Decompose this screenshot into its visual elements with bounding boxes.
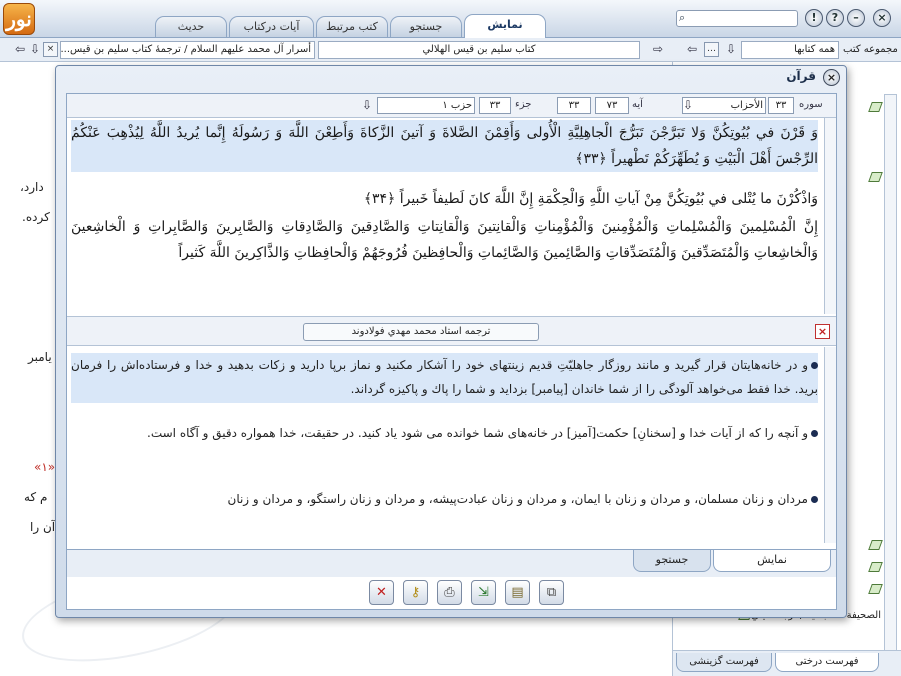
bg-text-fragment: «۱» [34, 460, 56, 474]
aya-field[interactable]: ۷۳ [595, 97, 629, 114]
close-translation-icon[interactable]: × [815, 324, 830, 339]
dialog-body: سوره ۳۳ الأحزاب ⇩ آیه ۷۳ ۳۳ جزء ۳۳ حزب ۱… [66, 93, 837, 610]
sura-number-field[interactable]: ۳۳ [768, 97, 794, 114]
bg-text-fragment: آن را [30, 520, 56, 534]
dialog-tab-display[interactable]: نمایش [713, 550, 831, 572]
document-icon[interactable]: ▤ [505, 580, 530, 605]
dialog-toolbar: ✕ ⚷ ⎙ ⇲ ▤ ⧉ [67, 577, 836, 609]
key-icon[interactable]: ⚷ [403, 580, 428, 605]
book-icon [868, 172, 883, 182]
book-icon [868, 540, 883, 550]
verses-scrollbar[interactable] [824, 118, 836, 314]
arrow-left-icon[interactable]: ⇦ [12, 41, 28, 58]
book-icon [868, 562, 883, 572]
translation-paragraph[interactable]: و آنچه را كه از آيات خدا و [سخنانِ] حكمت… [71, 421, 818, 471]
verse-34[interactable]: وَاذْكُرْنَ ما يُتْلى‏ في‏ بُيُوتِكُنَّ … [71, 186, 818, 212]
search-icon: ⌕ [679, 11, 686, 24]
translation-pane: و در خانه‌هايتان قرار گيريد و مانند روزگ… [67, 347, 824, 543]
book-icon [868, 584, 883, 594]
dialog-close-icon[interactable]: × [823, 69, 840, 86]
address-row: ⇦ ⇩ × أسرار آل محمد عليهم السلام / ترجمه… [0, 38, 901, 83]
tree-item[interactable] [867, 562, 883, 573]
path-field[interactable]: أسرار آل محمد عليهم السلام / ترجمهٔ كتاب… [60, 41, 315, 59]
translator-bar: ترجمه استاد محمد مهدي فولادوند × [67, 316, 836, 346]
translation-paragraph[interactable]: مردان و زنان مسلمان، و مردان و زنان با ا… [71, 487, 818, 513]
more-button[interactable]: … [704, 42, 719, 57]
search-input[interactable]: ⌕ [676, 10, 798, 27]
juz-label: جزء [515, 99, 532, 110]
tab-verses-in-book[interactable]: آیات درکتاب [229, 16, 314, 37]
tree-item[interactable] [867, 102, 883, 113]
bg-text-fragment: م که [24, 490, 48, 504]
back-icon[interactable]: ⇦ [684, 41, 700, 58]
dropdown-icon[interactable]: ⇩ [723, 41, 739, 58]
verse-33[interactable]: وَ قَرْنَ في‏ بُيُوتِكُنَّ وَلا تَبَرَّج… [71, 120, 818, 172]
bullet-icon [811, 430, 818, 437]
dialog-tab-search[interactable]: جستجو [633, 550, 711, 572]
clear-path-button[interactable]: × [43, 42, 58, 57]
question-icon[interactable]: ? [826, 9, 844, 27]
cancel-icon[interactable]: ✕ [369, 580, 394, 605]
aya-label: آیه [632, 99, 643, 110]
translator-select[interactable]: ترجمه استاد محمد مهدي فولادوند [303, 323, 539, 341]
help-icon[interactable]: ! [805, 9, 823, 27]
collection-label: مجموعه کتب [843, 44, 898, 55]
translation-scrollbar[interactable] [824, 347, 836, 543]
arrow-right-icon[interactable]: ⇨ [650, 41, 666, 58]
right-panel-tabs: فهرست گزینشی فهرست درختی [673, 650, 901, 676]
minimize-icon[interactable]: – [847, 9, 865, 27]
bg-text-fragment: دارد، [20, 180, 44, 194]
bullet-icon [811, 496, 818, 503]
verses-pane: وَ قَرْنَ في‏ بُيُوتِكُنَّ وَلا تَبَرَّج… [67, 118, 824, 314]
tree-item[interactable] [867, 540, 883, 551]
tab-tree-index[interactable]: فهرست درختی [775, 653, 879, 672]
dialog-title: قرآن [786, 69, 816, 83]
bg-text-fragment: یامبر [28, 350, 52, 364]
juz-field[interactable]: ۳۳ [479, 97, 511, 114]
app-logo: نور [3, 3, 35, 35]
tab-display[interactable]: نمایش [464, 14, 546, 38]
sura-dropdown-icon[interactable]: ⇩ [680, 97, 696, 114]
book-field[interactable]: کتاب سليم بن قيس الهلالي [318, 41, 640, 59]
copy-icon[interactable]: ⧉ [539, 580, 564, 605]
tab-related-books[interactable]: کتب مرتبط [316, 16, 388, 37]
collection-select[interactable]: همه کتابها [741, 41, 839, 59]
print-icon[interactable]: ⎙ [437, 580, 462, 605]
sura-label: سوره [799, 99, 823, 110]
translation-paragraph[interactable]: و در خانه‌هايتان قرار گيريد و مانند روزگ… [71, 353, 818, 403]
quran-nav-bar: سوره ۳۳ الأحزاب ⇩ آیه ۷۳ ۳۳ جزء ۳۳ حزب ۱… [67, 94, 836, 118]
verse-35[interactable]: إِنَّ الْمُسْلِمينَ وَالْمُسْلِماتِ وَال… [71, 214, 818, 274]
quran-dialog: × قرآن سوره ۳۳ الأحزاب ⇩ آیه ۷۳ ۳۳ جزء ۳… [55, 65, 847, 618]
book-icon [868, 102, 883, 112]
arrow-down-icon[interactable]: ⇩ [27, 41, 43, 58]
right-panel-scrollbar[interactable] [884, 94, 897, 674]
tree-item[interactable] [867, 172, 883, 183]
tree-item[interactable] [867, 584, 883, 595]
close-icon[interactable]: × [873, 9, 891, 27]
export-icon[interactable]: ⇲ [471, 580, 496, 605]
hizb-select[interactable]: حزب ۱ [377, 97, 475, 114]
bg-text-fragment: کرده. [22, 210, 50, 224]
tab-hadith[interactable]: حدیث [155, 16, 227, 37]
aya-total-field[interactable]: ۳۳ [557, 97, 591, 114]
bullet-icon [811, 362, 818, 369]
dialog-bottom-tabs: جستجو نمایش [67, 549, 836, 577]
hizb-dropdown-icon[interactable]: ⇩ [359, 97, 375, 114]
top-bar: نور حدیث آیات درکتاب کتب مرتبط جستجو نما… [0, 0, 901, 38]
tab-selective-index[interactable]: فهرست گزینشی [676, 653, 772, 672]
tab-search[interactable]: جستجو [390, 16, 462, 37]
